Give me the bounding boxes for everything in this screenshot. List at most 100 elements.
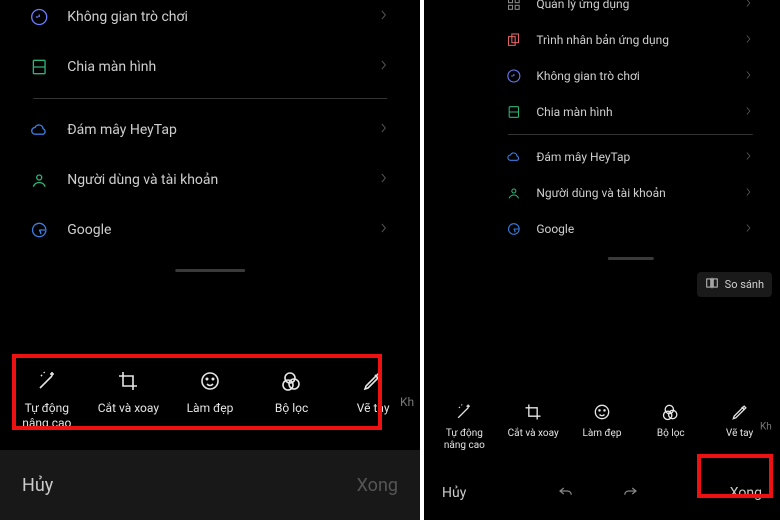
pencil-icon: [730, 402, 750, 422]
tool-label: Bộ lọc: [275, 401, 308, 415]
tool-auto-enhance[interactable]: Tự động nâng cao: [14, 369, 80, 430]
settings-row[interactable]: Đám mây HeyTap: [502, 139, 758, 175]
settings-row[interactable]: Người dùng và tài khoản: [25, 155, 395, 205]
compare-icon: [705, 276, 719, 293]
wand-icon: [454, 402, 474, 422]
done-button[interactable]: Xong: [357, 475, 398, 496]
chevron-right-icon: [743, 146, 755, 169]
editor-screenshot-right: Quản lý ứng dụng Trình nhân bản ứng dụng…: [424, 0, 780, 520]
face-icon: [198, 369, 222, 393]
toolbar-overflow-hint: Kh: [760, 422, 780, 433]
settings-row[interactable]: Chia màn hình: [25, 42, 395, 92]
chevron-right-icon: [377, 116, 391, 144]
tool-filter[interactable]: Bộ lọc: [644, 402, 698, 440]
chevron-right-icon: [743, 182, 755, 205]
tool-label: Cắt và xoay: [508, 428, 559, 440]
tool-beautify[interactable]: Làm đẹp: [177, 369, 243, 415]
chevron-right-icon: [743, 0, 755, 16]
action-bar: Hủy Xong: [424, 466, 780, 520]
tool-label: Tự động nâng cao: [437, 428, 491, 452]
user-icon: [29, 170, 49, 190]
google-icon: [506, 221, 522, 237]
settings-row[interactable]: Đám mây HeyTap: [25, 105, 395, 155]
tool-label: Vẽ tay: [357, 401, 390, 415]
edit-toolbar: Tự động nâng cao Cắt và xoay Làm đẹp Bộ …: [0, 361, 420, 442]
clone-icon: [506, 32, 522, 48]
settings-row-label: Google: [536, 222, 728, 236]
chevron-right-icon: [743, 218, 755, 241]
settings-row[interactable]: Chia màn hình: [502, 94, 758, 130]
crop-icon: [116, 369, 140, 393]
gamepad-icon: [506, 68, 522, 84]
filter-icon: [280, 369, 304, 393]
tool-label: Cắt và xoay: [98, 401, 159, 415]
settings-row-label: Đám mây HeyTap: [536, 150, 728, 164]
undo-button[interactable]: [557, 482, 575, 504]
settings-row-label: Google: [67, 222, 359, 238]
chevron-right-icon: [377, 53, 391, 81]
gamepad-icon: [29, 7, 49, 27]
cancel-button[interactable]: Hủy: [22, 475, 53, 496]
tool-crop-rotate[interactable]: Cắt và xoay: [95, 369, 161, 415]
settings-row-label: Người dùng và tài khoản: [536, 186, 728, 200]
settings-row[interactable]: Google: [25, 205, 395, 255]
chevron-right-icon: [743, 101, 755, 124]
settings-row[interactable]: Trình nhân bản ứng dụng: [502, 22, 758, 58]
split-icon: [506, 104, 522, 120]
chevron-right-icon: [377, 3, 391, 31]
tool-filter[interactable]: Bộ lọc: [259, 369, 325, 415]
tool-beautify[interactable]: Làm đẹp: [575, 402, 629, 440]
drag-handle: [175, 269, 245, 272]
settings-row[interactable]: Không gian trò chơi: [502, 58, 758, 94]
compare-button[interactable]: So sánh: [697, 272, 772, 297]
settings-row[interactable]: Không gian trò chơi: [25, 0, 395, 42]
done-button[interactable]: Xong: [730, 485, 762, 501]
settings-row[interactable]: Quản lý ứng dụng: [502, 0, 758, 22]
split-icon: [29, 57, 49, 77]
redo-button[interactable]: [621, 482, 639, 504]
editor-screenshot-left: Không gian trò chơi Chia màn hình Đám mâ…: [0, 0, 420, 520]
tool-crop-rotate[interactable]: Cắt và xoay: [506, 402, 560, 440]
chevron-right-icon: [743, 29, 755, 52]
apps-icon: [506, 0, 522, 12]
compare-label: So sánh: [725, 278, 764, 291]
settings-preview: Quản lý ứng dụng Trình nhân bản ứng dụng…: [502, 0, 758, 260]
tool-auto-enhance[interactable]: Tự động nâng cao: [437, 402, 491, 452]
divider: [508, 134, 752, 135]
drag-handle: [607, 257, 653, 260]
tool-label: Tự động nâng cao: [14, 401, 80, 430]
settings-row-label: Trình nhân bản ứng dụng: [536, 33, 728, 47]
cancel-button[interactable]: Hủy: [442, 485, 466, 501]
settings-row-label: Không gian trò chơi: [67, 9, 359, 25]
pencil-icon: [361, 369, 385, 393]
chevron-right-icon: [743, 65, 755, 88]
wand-icon: [35, 369, 59, 393]
user-icon: [506, 185, 522, 201]
settings-row-label: Không gian trò chơi: [536, 69, 728, 83]
cloud-icon: [506, 149, 522, 165]
tool-label: Làm đẹp: [582, 428, 621, 440]
tool-label: Vẽ tay: [726, 428, 753, 440]
tool-label: Làm đẹp: [187, 401, 234, 415]
tool-label: Bộ lọc: [657, 428, 685, 440]
toolbar-overflow-hint: Kh: [400, 395, 420, 409]
settings-row-label: Người dùng và tài khoản: [67, 172, 359, 188]
filter-icon: [661, 402, 681, 422]
cloud-icon: [29, 120, 49, 140]
edit-toolbar: Tự động nâng cao Cắt và xoay Làm đẹp Bộ …: [424, 388, 780, 466]
settings-row-label: Chia màn hình: [67, 59, 359, 75]
google-icon: [29, 220, 49, 240]
tool-draw[interactable]: Vẽ tay: [340, 369, 406, 415]
settings-row-label: Chia màn hình: [536, 105, 728, 119]
face-icon: [592, 402, 612, 422]
settings-row-label: Quản lý ứng dụng: [536, 0, 728, 11]
tool-draw[interactable]: Vẽ tay: [713, 402, 767, 440]
chevron-right-icon: [377, 166, 391, 194]
settings-row-label: Đám mây HeyTap: [67, 122, 359, 138]
crop-icon: [523, 402, 543, 422]
settings-row[interactable]: Người dùng và tài khoản: [502, 175, 758, 211]
settings-row[interactable]: Google: [502, 211, 758, 247]
divider: [33, 98, 387, 99]
action-bar: Hủy Xong: [0, 450, 420, 520]
settings-preview: Không gian trò chơi Chia màn hình Đám mâ…: [25, 0, 395, 272]
